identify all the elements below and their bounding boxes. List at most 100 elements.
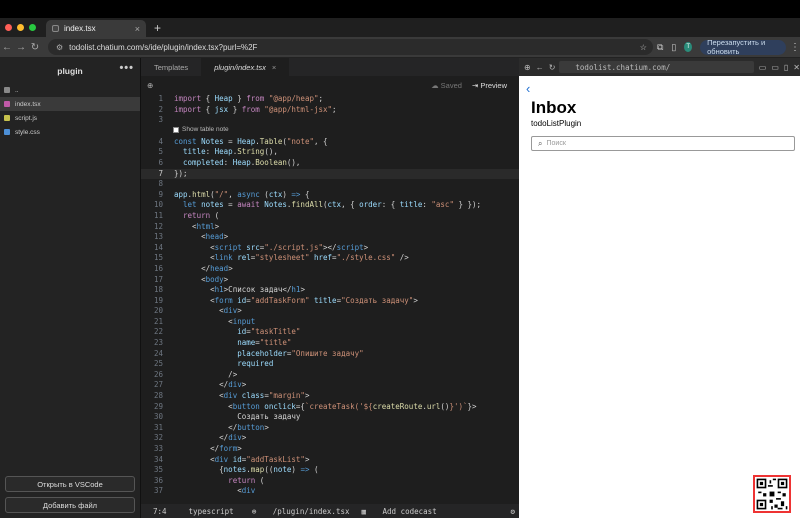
path-status[interactable]: ⊕ /plugin/index.tsx [252, 507, 350, 516]
line-number: 28 [153, 391, 163, 401]
line-number: 4 [158, 136, 163, 146]
extensions-icon[interactable]: ⧉ [657, 42, 663, 53]
line-number: 7 [158, 168, 163, 178]
preview-toolbar: ⊕ ← ↻ todolist.chatium.com/ ▭ ▭ ▯ ✕ [519, 58, 800, 76]
saved-label: Saved [440, 80, 462, 90]
close-preview-icon[interactable]: ✕ [793, 63, 800, 72]
status-bar: 7:4 typescript ⊕ /plugin/index.tsx ▦ Add… [141, 504, 519, 518]
line-number: 15 [153, 253, 163, 263]
open-external-icon[interactable]: ▭ [759, 63, 767, 72]
more-options-icon[interactable]: ••• [119, 62, 134, 74]
line-number: 17 [153, 274, 163, 284]
checkbox-icon[interactable] [173, 126, 179, 133]
line-number: 3 [158, 115, 163, 125]
line-number: 22 [153, 327, 163, 337]
line-number: 37 [153, 486, 163, 496]
tab-templates[interactable]: Templates [141, 58, 201, 76]
file-name: style.css [15, 128, 40, 136]
preview-target-icon[interactable]: ⊕ [524, 63, 531, 72]
line-number: 25 [153, 359, 163, 369]
minimize-window-button[interactable] [17, 24, 24, 31]
add-codecast-button[interactable]: ▦ Add codecast [362, 507, 437, 516]
file-item-parent[interactable]: .. [0, 83, 140, 97]
forward-icon[interactable]: → [14, 42, 28, 53]
address-text: todolist.chatium.com/s/ide/plugin/index.… [69, 42, 258, 52]
site-info-icon[interactable]: ⚙ [56, 43, 63, 52]
file-item-script-js[interactable]: script.js [0, 111, 140, 125]
browser-tab-bar: index.tsx × + [0, 18, 800, 37]
code-area[interactable]: 1 import { Heap } from "@app/heap"; 2 impo… [141, 94, 519, 497]
preview-label: Preview [480, 80, 507, 90]
tab-favicon-icon [52, 25, 59, 32]
desktop-view-icon[interactable]: ▭ [771, 63, 779, 72]
preview-url-field[interactable]: todolist.chatium.com/ [559, 61, 754, 73]
side-panel-icon[interactable]: ▯ [671, 42, 676, 53]
file-sidebar: plugin ••• .. index.tsx script.js style.… [0, 58, 141, 518]
line-number: 27 [153, 380, 163, 390]
close-window-button[interactable] [5, 24, 12, 31]
reload-icon[interactable]: ↻ [28, 42, 42, 53]
preview-button[interactable]: ⇥ Preview [472, 81, 507, 90]
cursor-position: 7:4 [153, 506, 167, 516]
tab-title: index.tsx [64, 24, 96, 33]
file-item-index-tsx[interactable]: index.tsx [0, 97, 140, 111]
tab-index-tsx[interactable]: plugin/index.tsx × [201, 58, 290, 76]
file-name: script.js [15, 114, 38, 122]
line-number: 23 [153, 338, 163, 348]
line-number: 12 [153, 221, 163, 231]
line-number: 33 [153, 444, 163, 453]
sidebar-header: plugin ••• [0, 58, 140, 83]
open-vscode-button[interactable]: Открыть в VSCode [5, 476, 135, 492]
line-number: 14 [153, 242, 163, 252]
language-mode[interactable]: typescript [189, 507, 234, 516]
tsx-file-icon [4, 101, 10, 107]
show-table-note-label: Show table note [182, 126, 229, 133]
line-number: 18 [153, 285, 163, 295]
relaunch-update-button[interactable]: Перезапустить и обновить [700, 38, 786, 56]
preview-back-icon[interactable]: ← [536, 63, 544, 72]
qr-code[interactable] [753, 475, 791, 513]
file-item-style-css[interactable]: style.css [0, 125, 140, 139]
profile-avatar[interactable]: T [684, 42, 693, 52]
maximize-window-button[interactable] [29, 24, 36, 31]
add-file-button[interactable]: Добавить файл [5, 497, 135, 513]
target-icon[interactable]: ⊕ [147, 81, 153, 90]
line-number: 16 [153, 263, 163, 273]
line-number: 31 [153, 422, 163, 432]
preview-reload-icon[interactable]: ↻ [549, 63, 556, 72]
file-name: .. [15, 86, 19, 94]
browser-tab[interactable]: index.tsx × [46, 20, 146, 37]
line-number: 13 [153, 232, 163, 242]
bookmark-star-icon[interactable]: ☆ [640, 43, 647, 52]
back-chevron-icon[interactable]: ‹ [526, 81, 530, 96]
folder-icon [4, 87, 10, 93]
tab-label: Templates [154, 62, 189, 72]
js-file-icon [4, 115, 10, 121]
search-input[interactable]: ⌕ Поиск [531, 136, 795, 151]
tab-label: plugin/index.tsx [214, 62, 266, 72]
line-number: 30 [153, 412, 163, 422]
new-tab-icon[interactable]: + [154, 21, 161, 35]
line-number: 5 [158, 147, 163, 157]
project-title: plugin [57, 65, 83, 76]
line-number: 36 [153, 475, 163, 485]
line-number: 6 [158, 157, 163, 167]
line-number: 24 [153, 348, 163, 358]
editor-toolbar: ⊕ ☁ Saved ⇥ Preview [141, 76, 519, 94]
back-icon[interactable]: ← [0, 42, 14, 53]
show-table-note-toggle[interactable]: Show table note [173, 126, 229, 133]
mobile-view-icon[interactable]: ▯ [784, 63, 788, 72]
settings-gear-icon[interactable]: ⚙ [510, 507, 515, 516]
code-editor: Templates plugin/index.tsx × ⊕ ☁ Saved ⇥ … [141, 58, 519, 518]
close-tab-icon[interactable]: × [272, 63, 276, 72]
line-number: 32 [153, 433, 163, 443]
file-path: /plugin/index.tsx [272, 506, 350, 516]
search-placeholder: Поиск [546, 140, 566, 147]
browser-menu-icon[interactable]: ⋮ [790, 42, 800, 53]
search-icon: ⌕ [538, 138, 543, 148]
address-bar[interactable]: ⚙ todolist.chatium.com/s/ide/plugin/inde… [47, 39, 653, 55]
close-tab-icon[interactable]: × [135, 24, 140, 34]
line-number: 19 [153, 295, 163, 305]
line-number: 20 [153, 306, 163, 316]
page-title: Inbox [531, 98, 577, 117]
